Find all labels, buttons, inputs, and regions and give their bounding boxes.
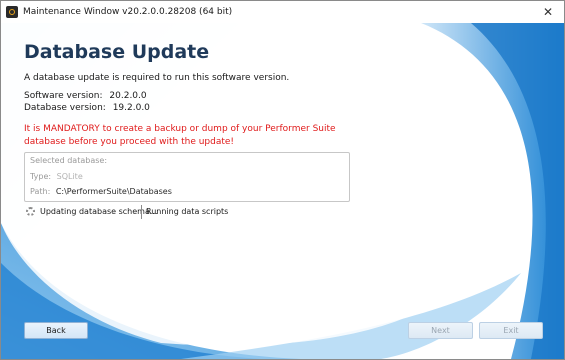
next-button[interactable]: Next	[408, 322, 473, 339]
close-button[interactable]: ✕	[540, 4, 556, 20]
database-version-row: Database version: 19.2.0.0	[24, 103, 150, 113]
database-path-row: Path: C:\PerformerSuite\Databases	[30, 187, 172, 196]
window-title: Maintenance Window v20.2.0.0.28208 (64 b…	[23, 7, 233, 17]
exit-button[interactable]: Exit	[479, 322, 543, 339]
database-path-value: C:\PerformerSuite\Databases	[55, 187, 172, 196]
software-version-row: Software version: 20.2.0.0	[24, 91, 147, 101]
status-step: Updating database schema...	[40, 207, 158, 216]
page-title: Database Update	[24, 41, 210, 63]
software-version-value: 20.2.0.0	[109, 91, 147, 101]
database-type-row: Type: SQLite	[30, 172, 83, 181]
database-version-label: Database version:	[24, 103, 106, 113]
back-button[interactable]: Back	[24, 322, 88, 339]
selected-database-box: Selected database: Type: SQLite Path: C:…	[24, 152, 350, 202]
database-type-value: SQLite	[56, 172, 83, 181]
database-type-label: Type:	[30, 172, 52, 181]
selected-database-heading: Selected database:	[30, 156, 108, 165]
backup-warning: It is MANDATORY to create a backup or du…	[24, 124, 336, 147]
progress-spinner-icon	[26, 207, 35, 216]
database-path-label: Path:	[30, 187, 51, 196]
content-area: Database Update A database update is req…	[1, 23, 564, 359]
database-version-value: 19.2.0.0	[112, 103, 150, 113]
status-detail: Running data scripts	[146, 207, 229, 216]
app-icon	[6, 6, 18, 18]
intro-text: A database update is required to run thi…	[24, 73, 290, 83]
status-separator	[141, 205, 142, 219]
title-bar: Maintenance Window v20.2.0.0.28208 (64 b…	[1, 1, 564, 23]
software-version-label: Software version:	[24, 91, 103, 101]
maintenance-window: Maintenance Window v20.2.0.0.28208 (64 b…	[0, 0, 565, 360]
